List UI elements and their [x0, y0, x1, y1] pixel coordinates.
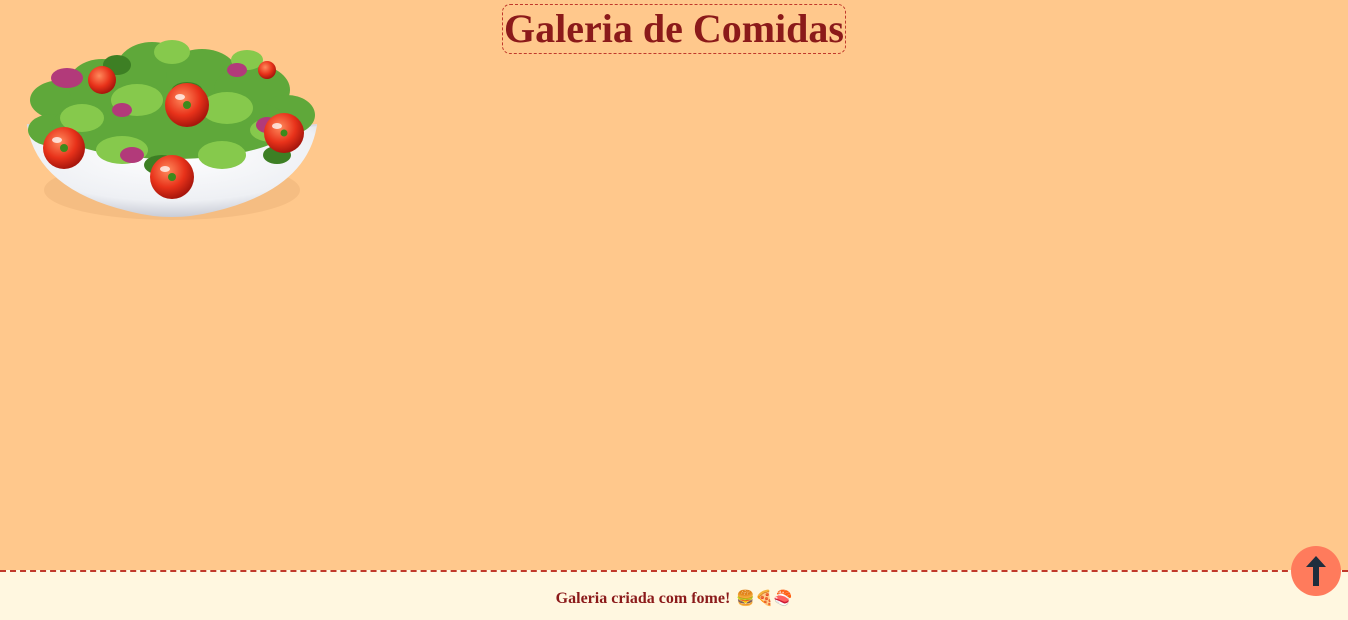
footer: Galeria criada com fome! 🍔🍕🍣 [0, 570, 1348, 620]
page: Galeria de Comidas Galeria criada com fo… [0, 0, 1348, 620]
food-gallery [22, 30, 322, 225]
back-to-top-button[interactable] [1291, 546, 1341, 596]
arrow-up-icon [1306, 556, 1326, 586]
food-emojis: 🍔🍕🍣 [736, 589, 793, 607]
footer-text: Galeria criada com fome! [555, 590, 731, 607]
page-title: Galeria de Comidas [502, 4, 846, 54]
salad-bowl-image [26, 40, 318, 220]
food-card-salad[interactable] [22, 30, 322, 225]
